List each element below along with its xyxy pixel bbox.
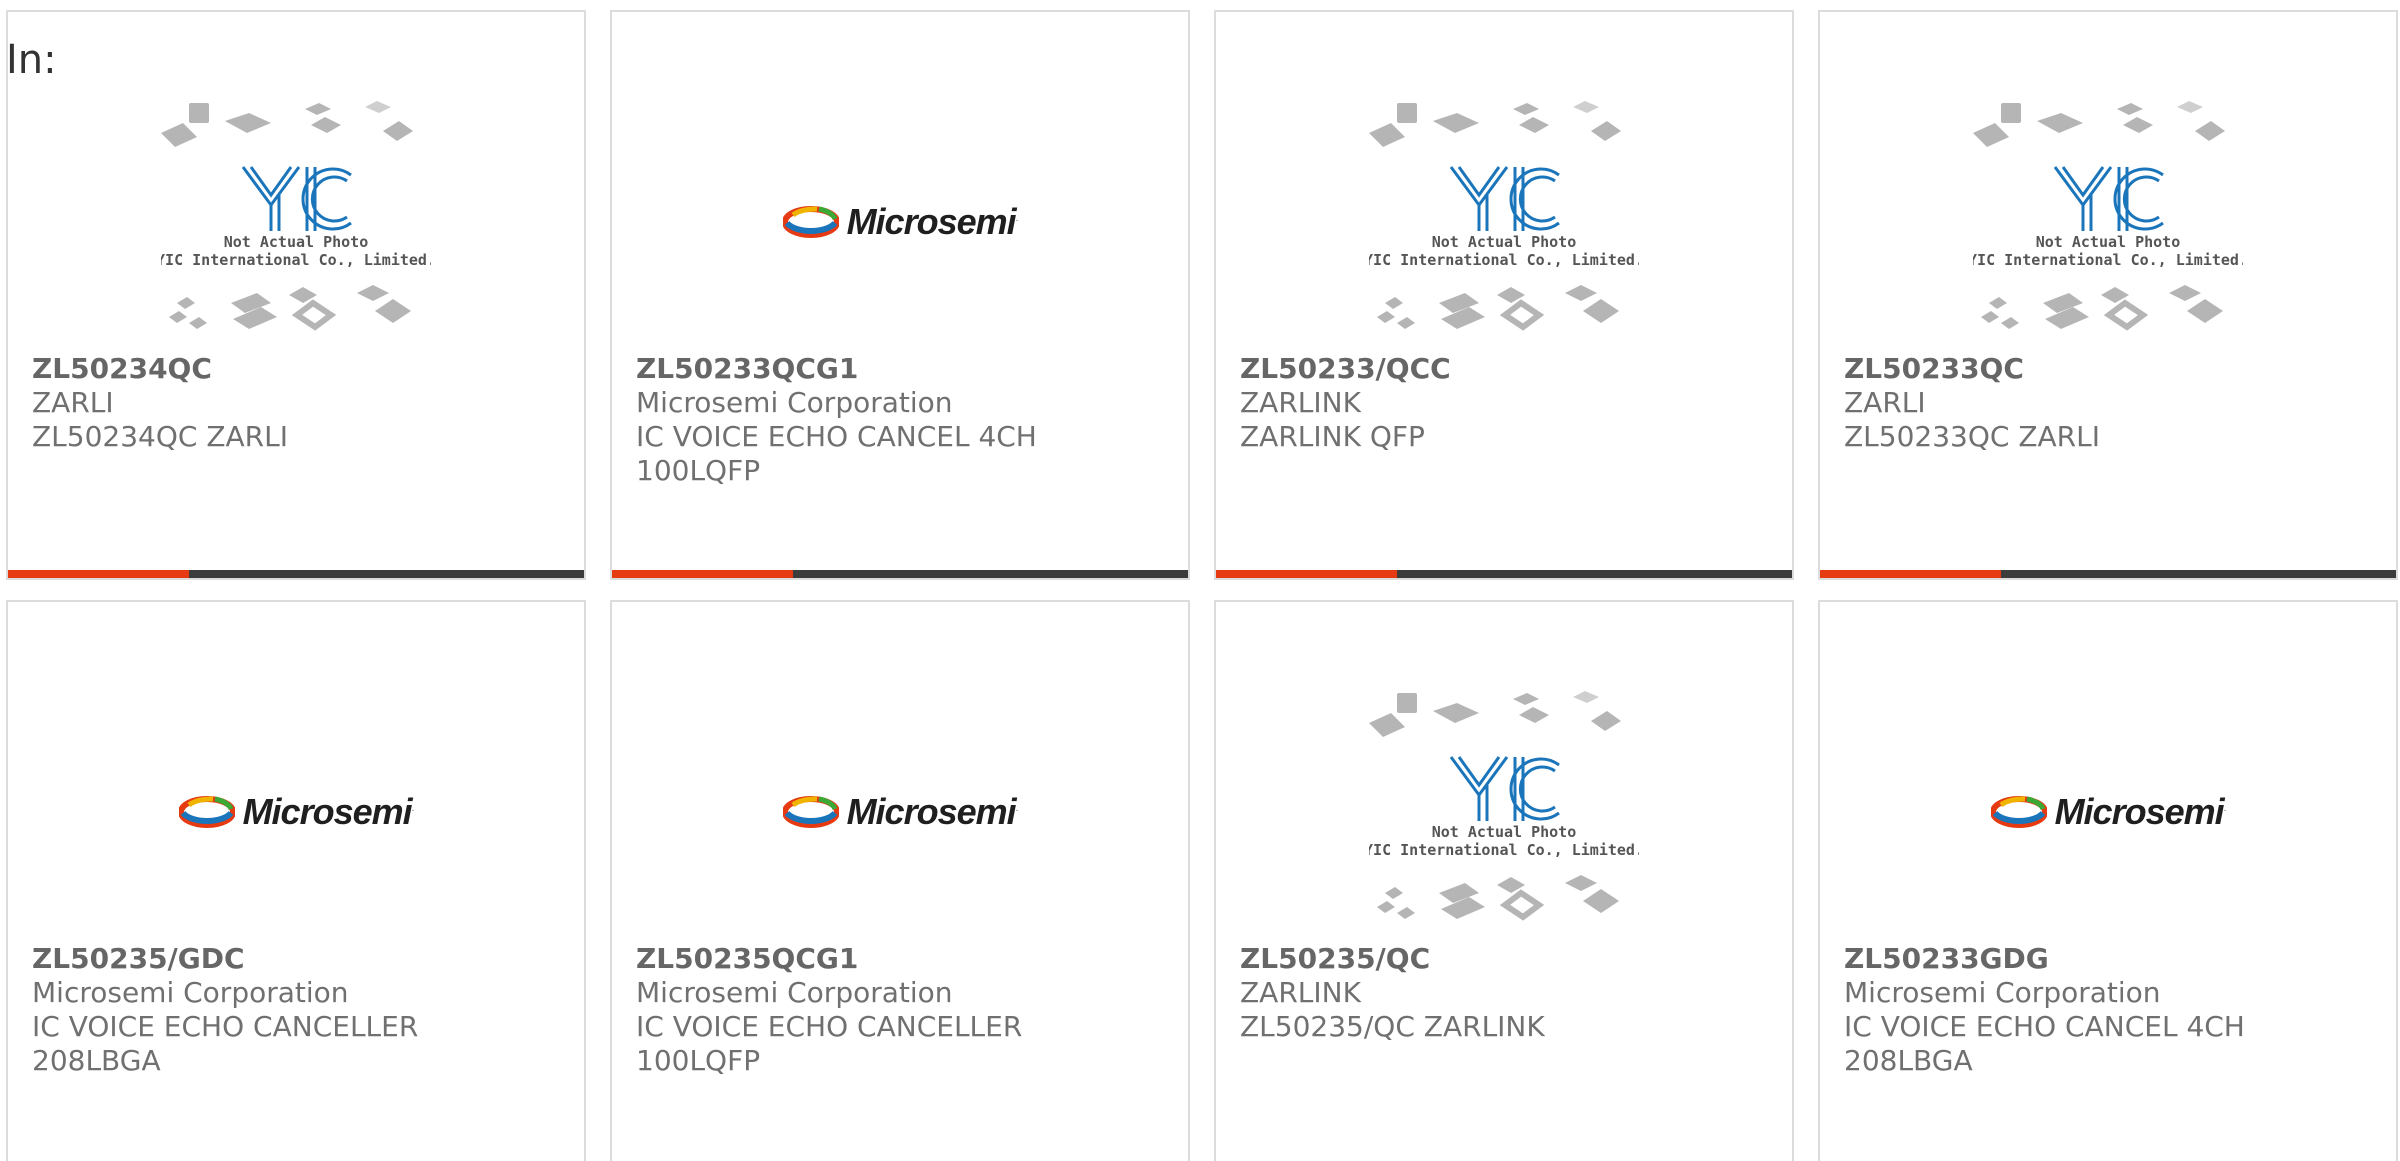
microsemi-logo: Microsemi. xyxy=(782,201,1019,243)
product-card[interactable]: Not Actual Photo YIC International Co., … xyxy=(1214,600,1794,1161)
product-part-number[interactable]: ZL50235/GDC xyxy=(32,942,568,976)
product-part-number[interactable]: ZL50233GDG xyxy=(1844,942,2380,976)
placeholder-note-2: YIC International Co., Limited. xyxy=(161,251,431,269)
product-card[interactable]: Not Actual Photo YIC International Co., … xyxy=(1214,10,1794,580)
microsemi-logo: Microsemi. xyxy=(1990,791,2227,833)
card-footer-bar xyxy=(1216,570,1792,578)
placeholder-note-2: YIC International Co., Limited. xyxy=(1369,841,1639,859)
card-footer-bar xyxy=(612,570,1188,578)
microsemi-wordmark: Microsemi. xyxy=(846,791,1019,832)
microsemi-logo: Microsemi. xyxy=(178,791,415,833)
product-thumbnail[interactable]: Not Actual Photo YIC International Co., … xyxy=(1216,682,1792,942)
placeholder-note-1: Not Actual Photo xyxy=(2036,233,2181,251)
microsemi-swirl-icon xyxy=(782,206,839,238)
product-part-number[interactable]: ZL50235QCG1 xyxy=(636,942,1172,976)
product-description-line-1: ZL50233QC ZARLI xyxy=(1844,420,2100,453)
product-description-line-1: IC VOICE ECHO CANCEL 4CH xyxy=(1844,1010,2245,1043)
product-description-line-1: ZARLINK QFP xyxy=(1240,420,1425,453)
placeholder-note-2: YIC International Co., Limited. xyxy=(1973,251,2243,269)
card-footer-accent xyxy=(1820,570,2002,578)
product-info: ZL50235/GDC Microsemi Corporation IC VOICE… xyxy=(32,942,568,1078)
product-manufacturer: Microsemi Corporation xyxy=(636,386,953,419)
product-info: ZL50233GDG Microsemi Corporation IC VOICE … xyxy=(1844,942,2380,1078)
product-description-line-1: IC VOICE ECHO CANCEL 4CH xyxy=(636,420,1037,453)
card-footer-bar xyxy=(1820,570,2396,578)
product-card[interactable]: Microsemi. ZL50235/GDC Microsemi Corporat… xyxy=(6,600,586,1161)
product-info: ZL50235QCG1 Microsemi Corporation IC VOICE… xyxy=(636,942,1172,1078)
placeholder-note-2: YIC International Co., Limited. xyxy=(1369,251,1639,269)
placeholder-note-1: Not Actual Photo xyxy=(224,233,369,251)
product-part-number[interactable]: ZL50234QC xyxy=(32,352,568,386)
microsemi-wordmark: Microsemi. xyxy=(242,791,415,832)
product-part-number[interactable]: ZL50233QC xyxy=(1844,352,2380,386)
product-card[interactable]: Microsemi. ZL50233QCG1 Microsemi Corporat… xyxy=(610,10,1190,580)
product-manufacturer: Microsemi Corporation xyxy=(1844,976,2161,1009)
product-manufacturer: ZARLINK xyxy=(1240,386,1361,419)
product-card[interactable]: Not Actual Photo YIC International Co., … xyxy=(6,10,586,580)
card-footer-bar xyxy=(8,570,584,578)
card-footer-accent xyxy=(8,570,190,578)
placeholder-note-1: Not Actual Photo xyxy=(1432,823,1577,841)
product-info: ZL50233QC ZARLI ZL50233QC ZARLI xyxy=(1844,352,2380,454)
product-description-line-1: ZL50235/QC ZARLINK xyxy=(1240,1010,1545,1043)
product-manufacturer: ZARLI xyxy=(32,386,114,419)
product-info: ZL50233QCG1 Microsemi Corporation IC VOICE… xyxy=(636,352,1172,488)
product-info: ZL50235/QC ZARLINK ZL50235/QC ZARLINK xyxy=(1240,942,1776,1044)
product-part-number[interactable]: ZL50233QCG1 xyxy=(636,352,1172,386)
product-description-line-2: 100LQFP xyxy=(636,1044,761,1077)
microsemi-swirl-icon xyxy=(1990,796,2047,828)
product-description-line-1: ZL50234QC ZARLI xyxy=(32,420,288,453)
placeholder-note-1: Not Actual Photo xyxy=(1432,233,1577,251)
product-part-number[interactable]: ZL50235/QC xyxy=(1240,942,1776,976)
product-manufacturer: ZARLI xyxy=(1844,386,1926,419)
product-thumbnail[interactable]: Not Actual Photo YIC International Co., … xyxy=(8,92,584,352)
in-label: In: xyxy=(6,37,57,83)
card-footer-accent xyxy=(1216,570,1398,578)
product-card[interactable]: Microsemi. ZL50235QCG1 Microsemi Corporat… xyxy=(610,600,1190,1161)
product-image-placeholder: Not Actual Photo YIC International Co., … xyxy=(161,97,431,347)
product-part-number[interactable]: ZL50233/QCC xyxy=(1240,352,1776,386)
product-manufacturer: ZARLINK xyxy=(1240,976,1361,1009)
product-image-placeholder: Not Actual Photo YIC International Co., … xyxy=(1973,97,2243,347)
product-image-placeholder: Not Actual Photo YIC International Co., … xyxy=(1369,97,1639,347)
product-info: ZL50233/QCC ZARLINK ZARLINK QFP xyxy=(1240,352,1776,454)
product-thumbnail[interactable]: Microsemi. xyxy=(612,682,1188,942)
product-info: ZL50234QC ZARLI ZL50234QC ZARLI xyxy=(32,352,568,454)
microsemi-swirl-icon xyxy=(782,796,839,828)
microsemi-wordmark: Microsemi. xyxy=(2054,791,2227,832)
card-footer-accent xyxy=(612,570,794,578)
product-thumbnail[interactable]: Not Actual Photo YIC International Co., … xyxy=(1216,92,1792,352)
product-card[interactable]: Not Actual Photo YIC International Co., … xyxy=(1818,10,2398,580)
microsemi-swirl-icon xyxy=(178,796,235,828)
product-description-line-2: 100LQFP xyxy=(636,454,761,487)
product-image-placeholder: Not Actual Photo YIC International Co., … xyxy=(1369,687,1639,937)
microsemi-logo: Microsemi. xyxy=(782,791,1019,833)
product-manufacturer: Microsemi Corporation xyxy=(636,976,953,1009)
product-card[interactable]: Microsemi. ZL50233GDG Microsemi Corporati… xyxy=(1818,600,2398,1161)
product-thumbnail[interactable]: Not Actual Photo YIC International Co., … xyxy=(1820,92,2396,352)
product-thumbnail[interactable]: Microsemi. xyxy=(1820,682,2396,942)
product-description-line-1: IC VOICE ECHO CANCELLER xyxy=(636,1010,1023,1043)
product-thumbnail[interactable]: Microsemi. xyxy=(8,682,584,942)
product-description-line-1: IC VOICE ECHO CANCELLER xyxy=(32,1010,419,1043)
product-description-line-2: 208LBGA xyxy=(1844,1044,1973,1077)
product-thumbnail[interactable]: Microsemi. xyxy=(612,92,1188,352)
product-manufacturer: Microsemi Corporation xyxy=(32,976,349,1009)
product-description-line-2: 208LBGA xyxy=(32,1044,161,1077)
microsemi-wordmark: Microsemi. xyxy=(846,201,1019,242)
